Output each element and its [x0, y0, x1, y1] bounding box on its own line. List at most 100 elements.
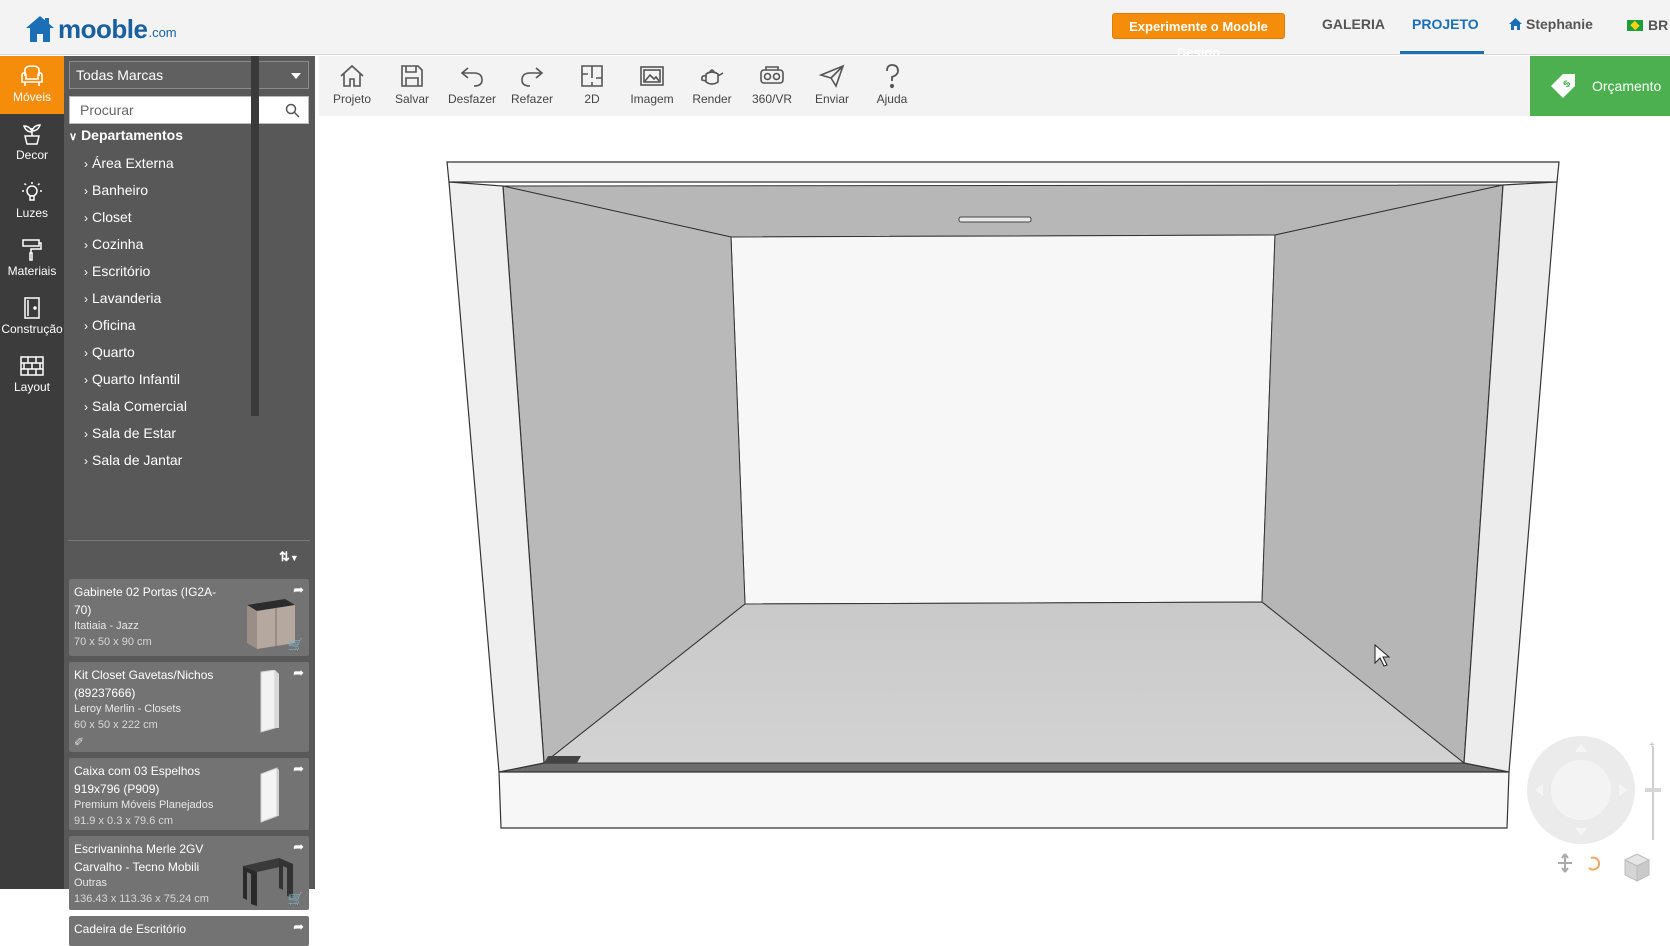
logo-word: mooble: [58, 14, 148, 44]
product-card[interactable]: Escrivaninha Merle 2GV Carvalho - Tecno …: [69, 836, 309, 910]
3d-viewport[interactable]: [319, 116, 1670, 889]
category-rail: Móveis Decor Luzes Materiais Construção: [0, 56, 64, 889]
nav-projeto[interactable]: PROJETO: [1412, 16, 1479, 32]
tool-360vr[interactable]: 360/VR: [742, 62, 802, 106]
department-label: Escritório: [92, 263, 151, 279]
product-card[interactable]: Cadeira de Escritório ➦: [69, 916, 309, 946]
pin-icon[interactable]: ✐: [74, 735, 84, 749]
search-input[interactable]: [78, 97, 278, 123]
share-icon[interactable]: ➦: [293, 761, 304, 777]
main-toolbar: Projeto Salvar Desfazer Refazer 2D Image…: [319, 56, 1670, 116]
mooble-logo[interactable]: mooble .com: [24, 10, 177, 44]
department-item[interactable]: › Área Externa: [84, 150, 187, 177]
chevron-right-icon: ›: [84, 265, 88, 279]
tool-salvar[interactable]: Salvar: [382, 62, 442, 106]
undo-icon: [460, 67, 483, 87]
tool-desfazer[interactable]: Desfazer: [442, 62, 502, 106]
department-item[interactable]: › Closet: [84, 204, 187, 231]
user-name: Stephanie: [1526, 16, 1593, 32]
cart-icon[interactable]: 🛒: [288, 891, 304, 907]
plant-icon: [22, 124, 42, 145]
share-icon[interactable]: ➦: [293, 839, 304, 855]
department-item[interactable]: › Quarto Infantil: [84, 366, 187, 393]
product-dimensions: 136.43 x 113.36 x 75.24 cm: [74, 893, 209, 905]
chevron-right-icon: ›: [84, 373, 88, 387]
departments-header[interactable]: ∨ Departamentos: [69, 127, 183, 143]
tool-label: Ajuda: [876, 92, 908, 106]
rail-item-moveis[interactable]: Móveis: [0, 56, 64, 114]
language-label: BR: [1648, 17, 1669, 33]
tool-label: Salvar: [394, 92, 429, 106]
redo-icon: [521, 67, 544, 87]
nav-galeria[interactable]: GALERIA: [1322, 16, 1385, 32]
chevron-down-icon: ∨: [69, 131, 78, 143]
tool-render[interactable]: Render: [682, 62, 742, 106]
department-item[interactable]: › Lavanderia: [84, 285, 187, 312]
tool-2d[interactable]: 2D: [562, 62, 622, 106]
product-card[interactable]: Gabinete 02 Portas (IG2A-70) Itatiaia - …: [69, 579, 309, 656]
share-icon[interactable]: ➦: [293, 582, 304, 598]
camera-navigation-control[interactable]: +: [1525, 736, 1670, 889]
department-item[interactable]: › Quarto: [84, 339, 187, 366]
product-card[interactable]: Caixa com 03 Espelhos 919x796 (P909) Pre…: [69, 758, 309, 830]
rail-item-materiais[interactable]: Materiais: [0, 230, 64, 288]
tool-ajuda[interactable]: Ajuda: [862, 62, 922, 106]
armchair-icon: [21, 65, 43, 86]
nav-active-underline: [1400, 51, 1484, 54]
search-icon[interactable]: [285, 103, 300, 118]
department-item[interactable]: › Sala de Estar: [84, 420, 187, 447]
rail-label-decor: Decor: [15, 148, 48, 162]
rail-item-layout[interactable]: Layout: [0, 346, 64, 404]
department-label: Sala Comercial: [92, 398, 187, 414]
chevron-right-icon: ›: [84, 211, 88, 225]
tool-refazer[interactable]: Refazer: [502, 62, 562, 106]
department-item[interactable]: › Escritório: [84, 258, 187, 285]
tool-label: Refazer: [510, 92, 554, 106]
department-item[interactable]: › Sala de Jantar: [84, 447, 187, 474]
lightbulb-icon: [22, 182, 42, 201]
department-item[interactable]: › Oficina: [84, 312, 187, 339]
panel-divider: [68, 540, 310, 541]
product-dimensions: 91.9 x 0.3 x 79.6 cm: [74, 815, 174, 827]
tool-imagem[interactable]: Imagem: [622, 62, 682, 106]
panel-scrollbar[interactable]: [251, 56, 259, 416]
cart-icon[interactable]: 🛒: [288, 637, 304, 653]
rail-item-construcao[interactable]: Construção: [0, 288, 64, 346]
chevron-right-icon: ›: [84, 319, 88, 333]
send-icon: [818, 64, 845, 88]
department-item[interactable]: › Cozinha: [84, 231, 187, 258]
chevron-right-icon: ›: [84, 400, 88, 414]
logo-tld: .com: [148, 25, 177, 40]
dropdown-caret-icon: [291, 73, 301, 79]
rail-label-materiais: Materiais: [7, 264, 57, 278]
mirror-box-thumbnail: [260, 767, 279, 823]
tool-enviar[interactable]: Enviar: [802, 62, 862, 106]
share-icon[interactable]: ➦: [293, 919, 304, 935]
rail-label-luzes: Luzes: [15, 206, 49, 220]
sort-az-icon[interactable]: ⇅▼: [279, 549, 299, 565]
paint-roller-icon: [22, 239, 42, 261]
rail-item-luzes[interactable]: Luzes: [0, 172, 64, 230]
product-dimensions: 70 x 50 x 90 cm: [74, 636, 152, 648]
language-selector[interactable]: BR: [1627, 17, 1668, 33]
try-mooble-design-button[interactable]: Experimente o Mooble Design: [1112, 13, 1285, 60]
tool-projeto[interactable]: Projeto: [322, 62, 382, 106]
user-home-icon: [1509, 18, 1522, 30]
chevron-right-icon: ›: [84, 292, 88, 306]
share-icon[interactable]: ➦: [293, 665, 304, 681]
department-item[interactable]: › Banheiro: [84, 177, 187, 204]
chevron-right-icon: ›: [84, 454, 88, 468]
user-menu[interactable]: Stephanie: [1508, 16, 1593, 32]
tool-label: Desfazer: [447, 92, 497, 106]
department-item[interactable]: › Sala Comercial: [84, 393, 187, 420]
product-name: Caixa com 03 Espelhos 919x796 (P909): [74, 764, 201, 796]
svg-text:+: +: [1649, 740, 1655, 751]
product-name: Cadeira de Escritório: [74, 922, 187, 936]
brand-select[interactable]: Todas Marcas: [69, 61, 309, 89]
orcamento-button[interactable]: $ Orçamento: [1530, 56, 1670, 116]
closet-kit-thumbnail: [260, 670, 279, 733]
product-card[interactable]: Kit Closet Gavetas/Nichos (89237666) Ler…: [69, 662, 309, 752]
orcamento-label: Orçamento: [1592, 78, 1662, 94]
rail-item-decor[interactable]: Decor: [0, 114, 64, 172]
door-icon: [24, 297, 40, 319]
